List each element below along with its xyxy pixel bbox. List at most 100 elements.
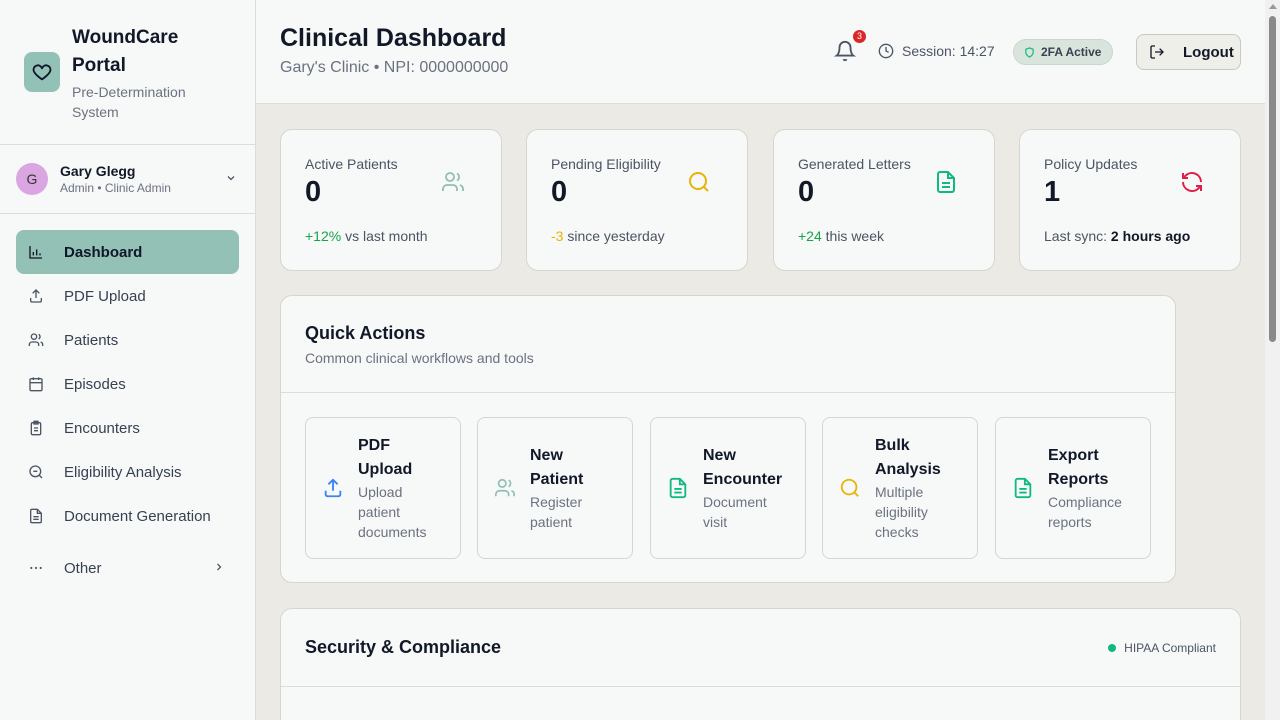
logout-label: Logout [1183, 43, 1234, 61]
users-icon [28, 332, 44, 348]
users-icon [441, 170, 465, 194]
sidebar: WoundCare Portal Pre-Determination Syste… [0, 0, 256, 720]
sidebar-item-label: Other [64, 559, 102, 577]
clock-icon [878, 43, 894, 59]
session-timer: Session: 14:27 [878, 43, 995, 59]
stat-delta: -3 [551, 228, 564, 244]
sidebar-item-label: Document Generation [64, 507, 211, 525]
shield-icon [1025, 46, 1034, 58]
logout-button[interactable]: Logout [1136, 34, 1241, 70]
stat-label: Pending Eligibility [551, 156, 661, 172]
quick-action-desc: Compliance reports [1048, 494, 1122, 530]
calendar-icon [28, 376, 44, 392]
scroll-up-arrow[interactable] [1269, 4, 1277, 9]
quick-action-bulk-analysis[interactable]: Bulk Analysis Multiple eligibility check… [822, 417, 978, 559]
twofa-text: 2FA Active [1041, 45, 1102, 59]
stat-card-pending-eligibility: Pending Eligibility 0 -3 since yesterday [526, 129, 748, 271]
sidebar-item-other[interactable]: Other [16, 546, 239, 590]
quick-action-desc: Register patient [530, 494, 583, 530]
quick-action-new-encounter[interactable]: New Encounter Document visit [650, 417, 806, 559]
stat-card-policy-updates: Policy Updates 1 Last sync: 2 hours ago [1019, 129, 1241, 271]
avatar: G [16, 163, 48, 195]
search-icon [839, 477, 861, 499]
search-icon [687, 170, 711, 194]
more-icon [28, 560, 44, 576]
heart-icon [24, 52, 60, 92]
quick-actions-panel: Quick Actions Common clinical workflows … [280, 295, 1176, 583]
sidebar-item-encounters[interactable]: Encounters [16, 406, 239, 450]
stat-delta-text: vs last month [345, 228, 428, 244]
status-dot [1108, 644, 1117, 652]
sidebar-item-dashboard[interactable]: Dashboard [16, 230, 239, 274]
sidebar-nav: Dashboard PDF Upload Patients Episodes E… [0, 214, 255, 590]
stat-card-active-patients: Active Patients 0 +12% vs last month [280, 129, 502, 271]
brand-subtitle: Pre-Determination System [72, 84, 186, 120]
stat-value: 0 [798, 176, 815, 208]
sidebar-item-label: Dashboard [64, 243, 143, 261]
sync-value: 2 hours ago [1110, 228, 1191, 244]
notification-badge: 3 [853, 30, 866, 43]
chevron-down-icon [225, 171, 237, 189]
brand-title: WoundCare Portal [72, 27, 179, 76]
sidebar-item-episodes[interactable]: Episodes [16, 362, 239, 406]
document-icon [28, 508, 44, 524]
upload-icon [322, 477, 344, 499]
stat-delta: +24 [798, 228, 822, 244]
logout-icon [1150, 45, 1164, 59]
document-icon [934, 170, 958, 194]
stat-value: 1 [1044, 176, 1061, 208]
quick-action-pdf-upload[interactable]: PDF Upload Upload patient documents [305, 417, 461, 559]
user-name: Gary Glegg [60, 163, 136, 179]
document-icon [667, 477, 689, 499]
bar-chart-icon [28, 244, 44, 260]
refresh-icon[interactable] [1180, 170, 1204, 194]
divider [281, 686, 1240, 687]
quick-action-export-reports[interactable]: Export Reports Compliance reports [995, 417, 1151, 559]
quick-action-title: New Encounter [703, 447, 783, 488]
quick-action-title: Export Reports [1048, 447, 1109, 488]
sidebar-item-label: Patients [64, 331, 119, 349]
stat-footer: Last sync: 2 hours ago [1044, 228, 1190, 244]
stat-footer: -3 since yesterday [551, 228, 665, 244]
security-title: Security & Compliance [305, 637, 502, 657]
twofa-badge: 2FA Active [1013, 39, 1114, 65]
quick-action-desc: Upload patient documents [358, 484, 427, 540]
bell-icon[interactable] [833, 40, 857, 62]
upload-icon [28, 288, 44, 304]
stat-delta: +12% [305, 228, 342, 244]
sync-label: Last sync: [1044, 228, 1108, 244]
quick-action-new-patient[interactable]: New Patient Register patient [477, 417, 633, 559]
stat-footer: +24 this week [798, 228, 884, 244]
sidebar-item-label: PDF Upload [64, 287, 146, 305]
security-compliance-panel: Security & Compliance HIPAA Compliant [280, 608, 1241, 720]
sidebar-item-eligibility-analysis[interactable]: Eligibility Analysis [16, 450, 239, 494]
quick-actions-title: Quick Actions [305, 323, 426, 343]
document-icon [1012, 477, 1034, 499]
user-role: Admin • Clinic Admin [60, 181, 171, 195]
quick-action-desc: Document visit [703, 494, 767, 530]
quick-action-title: New Patient [530, 447, 584, 488]
stat-label: Policy Updates [1044, 156, 1138, 172]
sidebar-item-document-generation[interactable]: Document Generation [16, 494, 239, 538]
quick-action-desc: Multiple eligibility checks [875, 484, 928, 540]
sidebar-item-pdf-upload[interactable]: PDF Upload [16, 274, 239, 318]
hipaa-badge: HIPAA Compliant [1108, 641, 1216, 655]
user-menu[interactable]: G Gary Glegg Admin • Clinic Admin [0, 145, 255, 214]
page-title: Clinical Dashboard [280, 24, 507, 52]
session-text: Session: 14:27 [902, 43, 995, 59]
sidebar-item-label: Encounters [64, 419, 140, 437]
page-subtitle: Gary's Clinic • NPI: 0000000000 [280, 59, 509, 76]
stat-value: 0 [551, 176, 568, 208]
page-header: Clinical Dashboard Gary's Clinic • NPI: … [256, 0, 1265, 104]
sidebar-item-label: Episodes [64, 375, 126, 393]
scrollbar[interactable] [1265, 0, 1280, 720]
stat-footer: +12% vs last month [305, 228, 428, 244]
stat-label: Active Patients [305, 156, 398, 172]
stat-delta-text: this week [825, 228, 884, 244]
users-icon [494, 477, 516, 499]
scroll-thumb[interactable] [1269, 16, 1276, 342]
search-icon [28, 464, 44, 480]
sidebar-item-patients[interactable]: Patients [16, 318, 239, 362]
sidebar-item-label: Eligibility Analysis [64, 463, 182, 481]
quick-actions-subtitle: Common clinical workflows and tools [305, 350, 534, 366]
